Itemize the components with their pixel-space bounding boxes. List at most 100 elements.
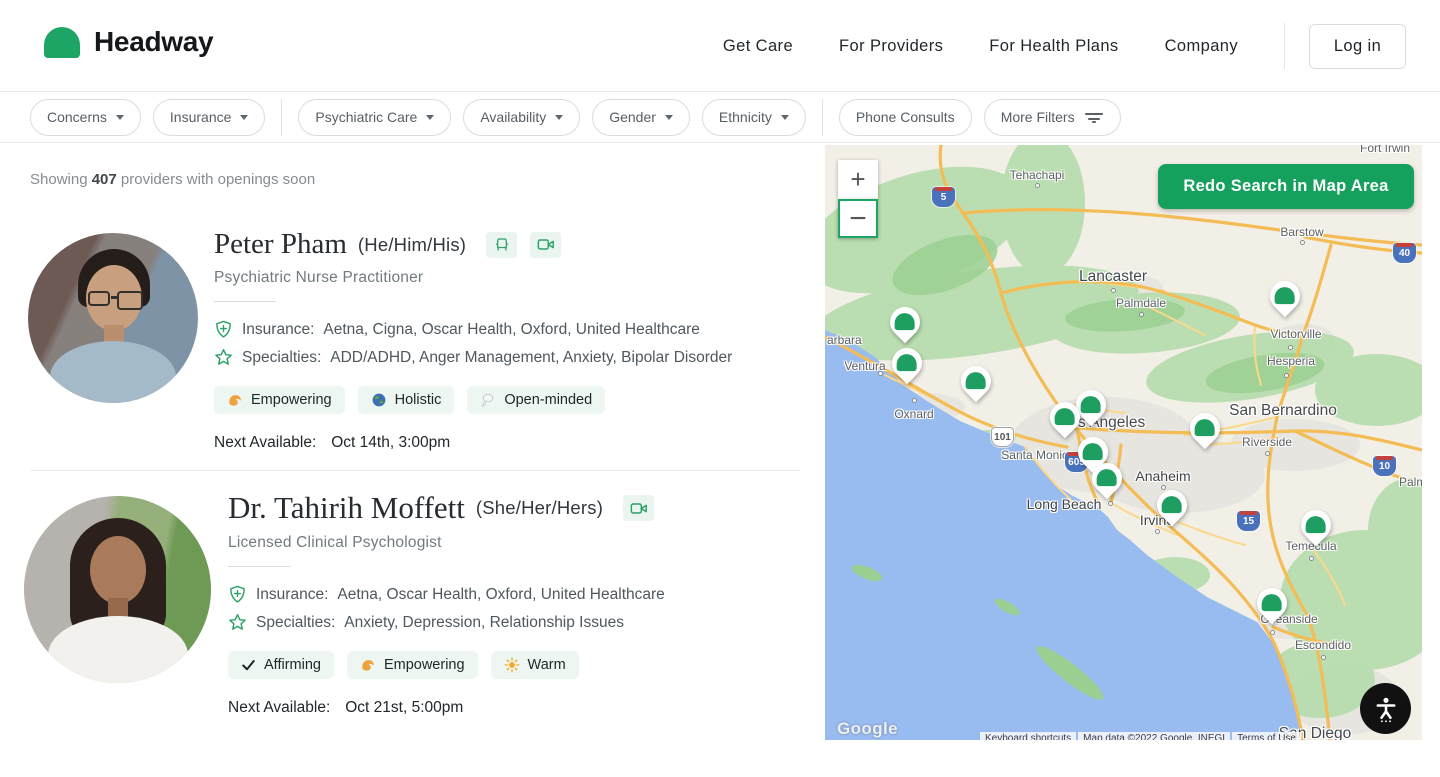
specialties-star-icon <box>228 613 247 632</box>
map-city-label: Hesperia <box>1267 354 1315 368</box>
avatar-art <box>50 341 176 403</box>
in-person-session-badge <box>486 232 517 258</box>
pin-dome-icon <box>1162 496 1182 513</box>
headway-logo[interactable]: Headway <box>44 26 213 58</box>
city-dot <box>1161 485 1166 490</box>
nav-for-health-plans[interactable]: For Health Plans <box>989 37 1118 56</box>
filter-gender[interactable]: Gender <box>592 99 690 136</box>
pin-dome-icon <box>1306 516 1326 533</box>
provider-pronouns: (He/Him/His) <box>358 234 466 256</box>
provider-photo[interactable] <box>28 233 198 403</box>
google-logo[interactable]: Google <box>837 719 898 739</box>
city-dot <box>1284 373 1289 378</box>
chevron-down-icon <box>665 115 673 120</box>
avatar-art <box>90 536 146 604</box>
header: Headway Get Care For Providers For Healt… <box>0 0 1440 92</box>
city-dot <box>1111 288 1116 293</box>
trait-badge: Warm <box>491 651 579 679</box>
map-panel[interactable]: Tehachapi Barstow Lancaster Palmdale Vic… <box>825 145 1422 740</box>
nav-get-care[interactable]: Get Care <box>723 37 793 56</box>
interstate-shield: 5 <box>932 187 955 207</box>
zoom-out-button[interactable]: − <box>838 199 878 238</box>
specialties-star-icon <box>214 348 233 367</box>
login-label: Log in <box>1334 37 1381 56</box>
video-session-badge <box>530 232 561 258</box>
city-dot <box>1270 630 1275 635</box>
filter-divider <box>281 99 282 136</box>
city-dot <box>1321 655 1326 660</box>
pin-dome-icon <box>897 354 917 371</box>
map-city-label: Palmdale <box>1116 296 1166 310</box>
city-dot <box>1265 451 1270 456</box>
chevron-down-icon <box>116 115 124 120</box>
results-prefix: Showing <box>30 171 88 188</box>
terms-link[interactable]: Terms of Use <box>1232 732 1301 740</box>
globe-icon <box>371 392 387 408</box>
city-dot <box>1288 345 1293 350</box>
video-session-badge <box>623 495 654 521</box>
trait-label: Holistic <box>395 392 442 408</box>
provider-title: Psychiatric Nurse Practitioner <box>214 269 800 287</box>
sun-icon <box>504 657 520 673</box>
accessibility-person-icon <box>1372 695 1400 723</box>
city-dot <box>1139 312 1144 317</box>
provider-card[interactable]: Peter Pham (He/Him/His) Psychiatric Nurs… <box>214 228 800 452</box>
login-button[interactable]: Log in <box>1309 24 1406 69</box>
insurance-list: Aetna, Cigna, Oscar Health, Oxford, Unit… <box>323 321 700 339</box>
card-divider <box>30 470 800 471</box>
insurance-shield-icon <box>228 585 247 604</box>
provider-name[interactable]: Peter Pham <box>214 228 347 261</box>
trait-badge: Holistic <box>358 386 455 414</box>
filter-label: Insurance <box>170 109 231 125</box>
provider-title: Licensed Clinical Psychologist <box>228 534 814 552</box>
filter-bar: Concerns Insurance Psychiatric Care Avai… <box>0 92 1440 143</box>
filter-label: Ethnicity <box>719 109 772 125</box>
trait-label: Open-minded <box>504 392 592 408</box>
divider <box>214 301 276 302</box>
nav-company[interactable]: Company <box>1165 37 1238 56</box>
specialties-list: ADD/ADHD, Anger Management, Anxiety, Bip… <box>330 349 732 367</box>
map-data-text: Map data ©2022 Google, INEGI <box>1078 732 1230 740</box>
filter-more-filters[interactable]: More Filters <box>984 99 1121 136</box>
pin-dome-icon <box>1195 419 1215 436</box>
map-zoom-controls: + − <box>838 160 878 238</box>
zoom-in-button[interactable]: + <box>838 160 878 199</box>
trait-label: Affirming <box>264 657 321 673</box>
trait-label: Warm <box>528 657 566 673</box>
city-dot <box>912 398 917 403</box>
check-icon <box>241 658 256 673</box>
brand-name: Headway <box>94 26 213 58</box>
map-city-label: Escondido <box>1295 638 1351 652</box>
pin-dome-icon <box>895 313 915 330</box>
pin-dome-icon <box>1083 443 1103 460</box>
pin-dome-icon <box>1275 287 1295 304</box>
filter-ethnicity[interactable]: Ethnicity <box>702 99 806 136</box>
filter-concerns[interactable]: Concerns <box>30 99 141 136</box>
provider-pronouns: (She/Her/Hers) <box>476 497 603 519</box>
next-available-label: Next Available: <box>214 434 316 452</box>
next-available-label: Next Available: <box>228 699 330 717</box>
interstate-shield: 40 <box>1393 243 1416 263</box>
filter-psychiatric-care[interactable]: Psychiatric Care <box>298 99 451 136</box>
provider-photo[interactable] <box>24 496 211 683</box>
chevron-down-icon <box>240 115 248 120</box>
keyboard-shortcuts-link[interactable]: Keyboard shortcuts <box>980 732 1076 740</box>
provider-name[interactable]: Dr. Tahirih Moffett <box>228 490 465 526</box>
redo-search-button[interactable]: Redo Search in Map Area <box>1158 164 1414 209</box>
city-dot <box>878 371 883 376</box>
filter-phone-consults[interactable]: Phone Consults <box>839 99 972 136</box>
map-city-label: Barstow <box>1280 225 1323 239</box>
pin-dome-icon <box>1055 408 1075 425</box>
city-dot <box>1155 529 1160 534</box>
nav-for-providers[interactable]: For Providers <box>839 37 943 56</box>
insurance-list: Aetna, Oscar Health, Oxford, United Heal… <box>337 586 664 604</box>
filter-label: Gender <box>609 109 656 125</box>
accessibility-button[interactable] <box>1360 683 1411 734</box>
city-dot <box>1035 183 1040 188</box>
sliders-icon <box>1084 109 1104 125</box>
filter-insurance[interactable]: Insurance <box>153 99 265 136</box>
provider-card[interactable]: Dr. Tahirih Moffett (She/Her/Hers) Licen… <box>228 490 814 717</box>
specialties-list: Anxiety, Depression, Relationship Issues <box>344 614 624 632</box>
filter-label: Phone Consults <box>856 109 955 125</box>
filter-availability[interactable]: Availability <box>463 99 580 136</box>
